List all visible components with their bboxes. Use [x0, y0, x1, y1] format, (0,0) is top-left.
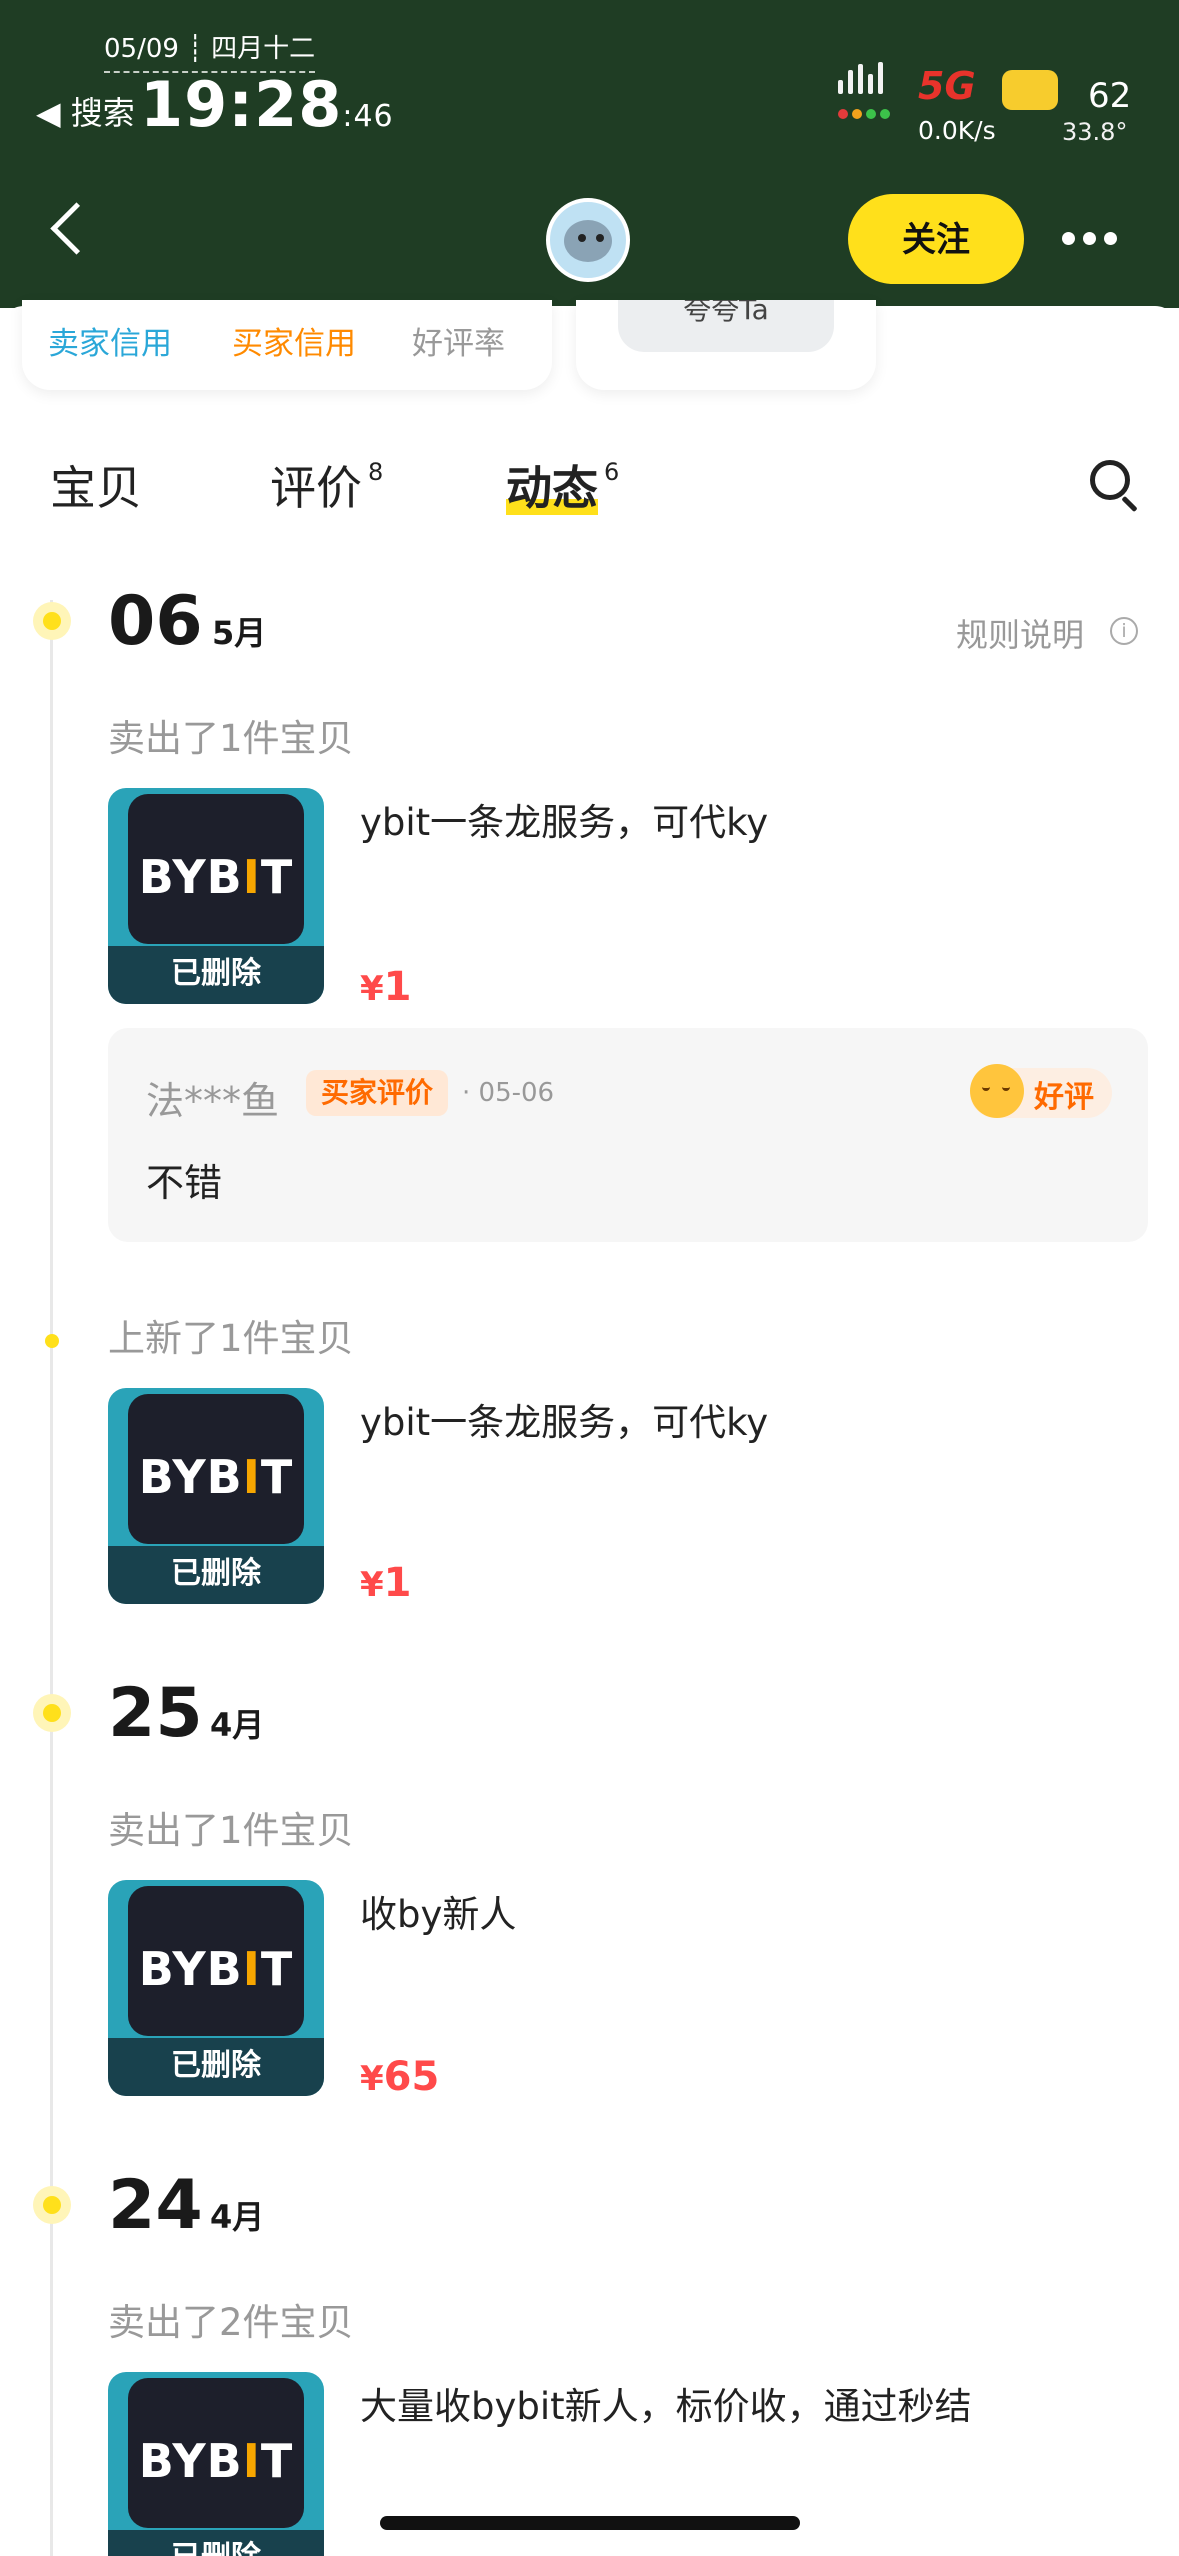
activity-action: 上新了1件宝贝 [108, 1317, 354, 1360]
temperature: 33.8° [1062, 118, 1128, 146]
review-date: · 05-06 [462, 1078, 555, 1108]
smile-emoji-icon [970, 1064, 1024, 1118]
item-price: ¥1 [360, 1560, 412, 1606]
activity-action: 卖出了1件宝贝 [108, 717, 354, 760]
reviewer-name: 法***鱼 [146, 1079, 280, 1123]
tab-items[interactable]: 宝贝 [50, 452, 142, 518]
deleted-badge: 已删除 [108, 2530, 324, 2556]
more-dots-icon[interactable] [1062, 230, 1125, 249]
item-title[interactable]: 收by新人 [360, 1884, 516, 1938]
item-price: ¥65 [360, 2054, 439, 2100]
seal-avatar-icon [564, 220, 612, 262]
tab-items-label: 宝贝 [50, 461, 142, 515]
tab-reviews[interactable]: 评价 8 [270, 452, 383, 518]
positive-rate-label: 好评率 [412, 326, 505, 362]
activity-action: 卖出了1件宝贝 [108, 1809, 354, 1852]
bybit-logo-accent: I [242, 850, 261, 904]
date-day: 24 [108, 2166, 203, 2245]
battery-icon [1002, 70, 1058, 110]
date-month: 5月 [212, 614, 267, 652]
follow-button[interactable]: 关注 [848, 194, 1024, 284]
deleted-badge: 已删除 [108, 946, 324, 1004]
item-title[interactable]: 大量收bybit新人，标价收，通过秒结 [360, 2376, 972, 2430]
tab-reviews-count: 8 [368, 458, 384, 486]
item-thumbnail[interactable]: BYBIT 已删除 [108, 1880, 324, 2096]
bybit-logo: BYBIT [138, 2434, 294, 2488]
item-thumbnail[interactable]: BYBIT 已删除 [108, 2372, 324, 2556]
item-title[interactable]: ybit一条龙服务，可代ky [360, 792, 768, 846]
price-value: 1 [383, 964, 412, 1010]
tab-reviews-label: 评价 [270, 461, 362, 515]
timeline-dot [33, 2186, 71, 2224]
bybit-logo-accent: I [242, 1450, 261, 1504]
tab-activity[interactable]: 动态 6 [506, 452, 619, 518]
network-type: 5G [918, 64, 976, 108]
timeline-dot [33, 602, 71, 640]
search-icon[interactable] [1090, 460, 1130, 500]
item-price: ¥1 [360, 964, 412, 1010]
date-day: 06 [108, 582, 203, 661]
review-card[interactable] [108, 1028, 1148, 1242]
network-speed: 0.0K/s [918, 116, 996, 145]
timeline-dot [33, 1694, 71, 1732]
seller-credit-link[interactable]: 卖家信用 [48, 318, 172, 363]
timeline-line [50, 600, 53, 2556]
price-value: 65 [383, 2054, 440, 2100]
bybit-logo-accent: I [242, 2434, 261, 2488]
buyer-credit-link[interactable]: 买家信用 [232, 318, 356, 363]
bybit-logo: BYBIT [138, 1942, 294, 1996]
clock-time: 19:28 [140, 68, 343, 141]
avatar[interactable] [546, 198, 630, 282]
bybit-logo: BYBIT [138, 850, 294, 904]
price-value: 1 [383, 1560, 412, 1606]
date-day: 25 [108, 1674, 203, 1753]
item-thumbnail[interactable]: BYBIT 已删除 [108, 1388, 324, 1604]
date-month: 4月 [210, 1706, 265, 1744]
battery-level: 62 [1088, 76, 1132, 116]
home-indicator[interactable] [380, 2516, 800, 2530]
bybit-logo: BYBIT [138, 1450, 294, 1504]
status-clock: 19:28:46 [140, 68, 394, 141]
item-title[interactable]: ybit一条龙服务，可代ky [360, 1392, 768, 1446]
deleted-badge: 已删除 [108, 1546, 324, 1604]
price-currency: ¥ [360, 1565, 384, 1605]
back-to-app-link[interactable]: ◀ 搜索 [36, 88, 135, 134]
timeline-dot [45, 1334, 59, 1348]
tab-activity-label: 动态 [506, 461, 598, 515]
review-type-badge: 买家评价 [306, 1070, 448, 1116]
bybit-logo-accent: I [242, 1942, 261, 1996]
date-month: 4月 [210, 2198, 265, 2236]
activity-action: 卖出了2件宝贝 [108, 2301, 354, 2344]
info-icon[interactable]: i [1110, 617, 1138, 645]
review-text: 不错 [146, 1161, 223, 1205]
price-currency: ¥ [360, 2059, 384, 2099]
rules-link[interactable]: 规则说明 [956, 610, 1084, 656]
clock-seconds: :46 [342, 99, 394, 134]
tab-activity-count: 6 [604, 458, 620, 486]
status-date: 05/09 ┊ 四月十二 [104, 28, 316, 73]
price-currency: ¥ [360, 969, 384, 1009]
praise-button[interactable]: 夸夸Ta [618, 300, 834, 352]
deleted-badge: 已删除 [108, 2038, 324, 2096]
item-thumbnail[interactable]: BYBIT 已删除 [108, 788, 324, 1004]
signal-dots-icon [838, 104, 894, 123]
rating-label: 好评 [1034, 1080, 1094, 1115]
